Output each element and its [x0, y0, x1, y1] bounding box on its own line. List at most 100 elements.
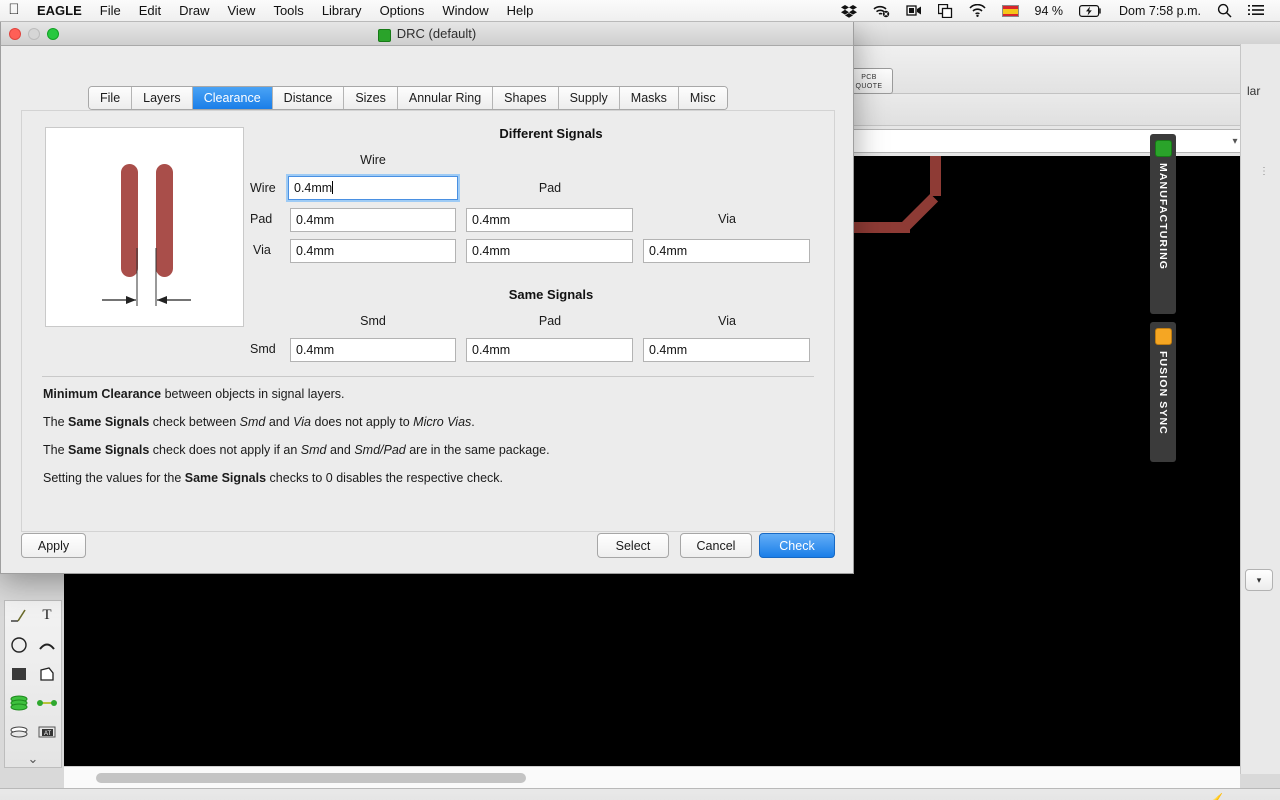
menu-file[interactable]: File [91, 0, 130, 22]
panel-tab-fusion-sync-label: FUSION SYNC [1157, 351, 1169, 435]
different-signals-row-pad: Pad [250, 212, 273, 226]
panel-tab-fusion-sync[interactable]: FUSION SYNC [1150, 322, 1176, 462]
check-button[interactable]: Check [759, 533, 835, 558]
tab-misc[interactable]: Misc [678, 87, 727, 109]
same-signals-title: Same Signals [508, 287, 594, 302]
pcb-trace [902, 193, 939, 230]
clearance-smd-pad-input[interactable]: 0.4mm [466, 338, 633, 362]
dropbox-icon[interactable] [833, 4, 865, 18]
menu-view[interactable]: View [219, 0, 265, 22]
svg-text:AT: AT [44, 731, 52, 737]
fusion-icon [1154, 328, 1172, 345]
drc-dialog-title: DRC (default) [396, 26, 477, 41]
tab-layers[interactable]: Layers [132, 87, 193, 109]
screen-share-icon[interactable] [930, 3, 961, 18]
close-button[interactable] [9, 28, 21, 40]
text-tool-icon[interactable]: T [33, 601, 61, 630]
wifi-icon[interactable] [961, 4, 994, 17]
tab-file[interactable]: File [89, 87, 133, 109]
menu-window[interactable]: Window [433, 0, 497, 22]
tab-supply[interactable]: Supply [558, 87, 620, 109]
different-signals-row-wire: Wire [250, 181, 276, 195]
description-line-1: Minimum Clearance between objects in sig… [43, 387, 345, 401]
divider [42, 376, 814, 377]
different-signals-col-via: Via [718, 212, 736, 226]
different-signals-row-via: Via [253, 243, 271, 257]
polygon-tool-icon[interactable] [33, 659, 61, 688]
different-signals-title: Different Signals [499, 126, 603, 141]
search-icon[interactable] [1209, 3, 1240, 18]
battery-percent-label: 94 % [1034, 3, 1064, 18]
window-controls [9, 28, 59, 40]
notification-center-icon[interactable] [1240, 4, 1272, 17]
menu-library[interactable]: Library [313, 0, 371, 22]
menu-edit[interactable]: Edit [130, 0, 170, 22]
menubar-clock[interactable]: Dom 7:58 p.m. [1111, 0, 1209, 22]
description-line-4: Setting the values for the Same Signals … [43, 471, 503, 485]
panel-tab-manufacturing-label: MANUFACTURING [1157, 163, 1169, 271]
double-chevron-down-icon[interactable]: ⌄ [5, 746, 61, 772]
panel-tab-manufacturing[interactable]: MANUFACTURING [1150, 134, 1176, 314]
clearance-wire-wire-input[interactable]: 0.4mm [286, 174, 460, 202]
arc-tool-icon[interactable] [33, 630, 61, 659]
minimize-button[interactable] [28, 28, 40, 40]
chip-icon [1154, 140, 1172, 157]
description-line-2: The Same Signals check between Smd and V… [43, 415, 475, 429]
smd-tool-icon[interactable] [33, 688, 61, 717]
drc-icon [377, 29, 391, 42]
menu-tools[interactable]: Tools [264, 0, 312, 22]
tab-shapes[interactable]: Shapes [493, 87, 559, 109]
clearance-via-wire-input[interactable]: 0.4mm [290, 239, 456, 263]
same-signals-col-pad: Pad [538, 314, 562, 328]
status-bar: ⚡ [0, 788, 1280, 800]
chevron-down-icon[interactable]: ▾ [1245, 569, 1273, 591]
menu-options[interactable]: Options [371, 0, 434, 22]
clearance-pad-wire-input[interactable]: 0.4mm [290, 208, 456, 232]
drc-dialog: DRC (default) File Layers Clearance Dist… [0, 22, 854, 574]
select-button[interactable]: Select [597, 533, 669, 558]
tab-distance[interactable]: Distance [272, 87, 345, 109]
same-signals-col-via: Via [718, 314, 736, 328]
apple-logo-icon[interactable]:  [0, 2, 28, 19]
tab-annular-ring[interactable]: Annular Ring [397, 87, 494, 109]
apply-button[interactable]: Apply [21, 533, 86, 558]
menu-help[interactable]: Help [498, 0, 543, 22]
wifi-off-icon[interactable] [865, 4, 898, 18]
rectangle-tool-icon[interactable] [5, 659, 33, 688]
tab-sizes[interactable]: Sizes [344, 87, 398, 109]
attribute-tool-icon[interactable]: AT [33, 717, 61, 746]
pcb-trace [930, 156, 941, 196]
spanish-flag-icon[interactable] [994, 4, 1027, 17]
clearance-via-pad-input[interactable]: 0.4mm [466, 239, 633, 263]
hole-tool-icon[interactable] [5, 717, 33, 746]
tab-clearance[interactable]: Clearance [192, 87, 273, 109]
macos-menubar:  EAGLE File Edit Draw View Tools Librar… [0, 0, 1280, 22]
description-line-3: The Same Signals check does not apply if… [43, 443, 550, 457]
battery-charging-icon[interactable] [1071, 4, 1111, 17]
cancel-button[interactable]: Cancel [680, 533, 752, 558]
canvas-horizontal-scrollbar[interactable] [64, 766, 1240, 788]
menu-draw[interactable]: Draw [170, 0, 218, 22]
circle-tool-icon[interactable] [5, 630, 33, 659]
illustration-dimension-arrows [102, 248, 191, 306]
menu-eagle[interactable]: EAGLE [28, 0, 91, 22]
clearance-via-via-input[interactable]: 0.4mm [643, 239, 810, 263]
dimension-tool-icon[interactable] [5, 601, 33, 630]
via-tool-icon[interactable] [5, 688, 33, 717]
lightning-bolt-icon[interactable]: ⚡ [1204, 795, 1228, 800]
tool-palette: T AT ⌄ [4, 600, 62, 768]
drc-dialog-titlebar: DRC (default) [1, 22, 853, 46]
video-camera-icon[interactable] [898, 4, 930, 17]
clearance-wire-wire-value: 0.4mm [294, 181, 333, 195]
drc-tabbar: File Layers Clearance Distance Sizes Ann… [88, 86, 728, 110]
clearance-illustration [45, 127, 244, 327]
clearance-smd-smd-input[interactable]: 0.4mm [290, 338, 456, 362]
right-strip-label: lar [1247, 84, 1261, 98]
zoom-button[interactable] [47, 28, 59, 40]
tab-masks[interactable]: Masks [619, 87, 679, 109]
drag-handle-icon[interactable]: ⋮ [1259, 167, 1269, 177]
different-signals-col-wire: Wire [360, 153, 386, 167]
scrollbar-thumb[interactable] [96, 773, 526, 783]
clearance-pad-pad-input[interactable]: 0.4mm [466, 208, 633, 232]
clearance-smd-via-input[interactable]: 0.4mm [643, 338, 810, 362]
